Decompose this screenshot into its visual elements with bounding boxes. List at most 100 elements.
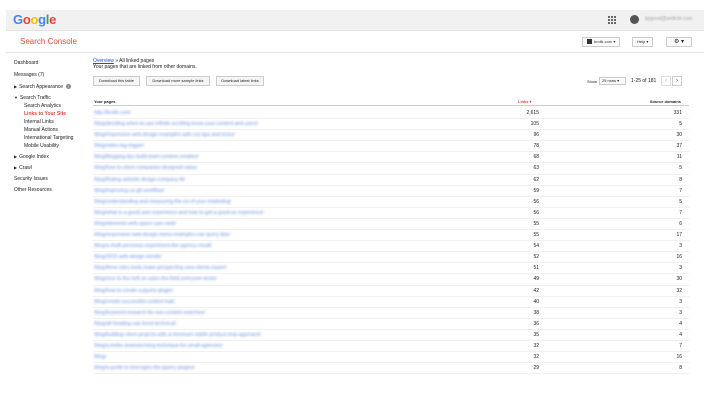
table-row: /blog/elements-web-space-user-web/55 6 <box>93 219 689 231</box>
sidebar-item-search-analytics[interactable]: Search Analytics <box>14 102 86 110</box>
page-url-link[interactable]: /blog/responsive-web-design-menu-example… <box>94 232 230 238</box>
sidebar-item-messages[interactable]: Messages (7) <box>14 71 86 79</box>
settings-button[interactable]: ⚙ ▾ <box>666 37 692 47</box>
product-title[interactable]: Search Console <box>20 37 77 46</box>
page-url-link[interactable]: /blog/what-is-a-good-user-experience-and… <box>94 210 264 216</box>
sidebar-item-internal-links[interactable]: Internal Links <box>14 118 86 126</box>
links-count[interactable]: 59 <box>499 188 539 194</box>
page-url-link[interactable]: /blog/understanding-and-measuring-the-ro… <box>94 199 231 205</box>
sidebar-item-security-issues[interactable]: Security Issues <box>14 175 86 183</box>
page-url-link[interactable]: /blog/elements-web-space-user-web/ <box>94 221 176 227</box>
page-url-link[interactable]: /blog/ <box>94 354 106 360</box>
search-console-header: Search Console brolik.com ▾ Help ▾ ⚙ ▾ <box>6 31 704 53</box>
page-url-link[interactable]: /blog/how-to-client-companies-designed-v… <box>94 165 197 171</box>
source-domains-count: 7 <box>679 209 682 216</box>
table-row: /blog/blogging-tips-build-team-content-c… <box>93 152 689 164</box>
table-row: /blog/how-to-create-a-jquery-plugin/42 32 <box>93 286 689 297</box>
download-latest-links-button[interactable]: Download latest links <box>216 76 264 86</box>
links-count[interactable]: 42 <box>499 288 539 294</box>
page-url-link[interactable]: /blog/blogging-tips-build-team-content-c… <box>94 154 199 160</box>
account-email[interactable]: tipgood@widicbl.com <box>645 16 692 22</box>
rows-per-page-select[interactable]: 25 rows ▾ <box>599 77 626 85</box>
links-count[interactable]: 63 <box>499 165 539 171</box>
sidebar-item-search-traffic[interactable]: ▼ Search Traffic <box>14 94 86 102</box>
links-count[interactable]: 29 <box>499 365 539 371</box>
table-row: /blog/a-guide-to-leverages-the-jquery-pl… <box>93 363 689 375</box>
download-more-links-button[interactable]: Download more sample links <box>146 76 210 86</box>
google-top-bar: Google tipgood@widicbl.com <box>6 10 704 31</box>
links-count[interactable]: 2,615 <box>499 110 539 116</box>
next-page-button[interactable]: › <box>672 76 682 86</box>
column-your-pages[interactable]: Your pages <box>94 99 116 104</box>
sidebar-item-mobile-usability[interactable]: Mobile Usability <box>14 142 86 150</box>
links-count[interactable]: 52 <box>499 254 539 260</box>
links-count[interactable]: 32 <box>499 354 539 360</box>
sidebar-item-other-resources[interactable]: Other Resources <box>14 186 86 194</box>
links-count[interactable]: 96 <box>499 132 539 138</box>
links-count[interactable]: 38 <box>499 310 539 316</box>
links-count[interactable]: 62 <box>499 177 539 183</box>
page-url-link[interactable]: /blog/2015-web-design-trends/ <box>94 254 162 260</box>
page-url-link[interactable]: /blog/a-better-brainstorming-technique-f… <box>94 343 223 349</box>
links-count[interactable]: 40 <box>499 299 539 305</box>
links-count[interactable]: 68 <box>499 154 539 160</box>
links-count[interactable]: 55 <box>499 221 539 227</box>
page-url-link[interactable]: /blog/a-multi-personas-experiment-the-ag… <box>94 243 212 249</box>
page-url-link[interactable]: /blog/create-successful-content-hub/ <box>94 299 175 305</box>
sidebar-item-crawl[interactable]: ▶ Crawl <box>14 164 86 172</box>
links-count[interactable]: 54 <box>499 243 539 249</box>
source-domains-count: 37 <box>676 143 682 150</box>
page-url-link[interactable]: /blog/video-tag-trigger/ <box>94 143 144 149</box>
sidebar-item-google-index[interactable]: ▶ Google Index <box>14 153 86 161</box>
page-url-link[interactable]: /blog/how-to-create-a-jquery-plugin/ <box>94 288 173 294</box>
site-favicon-icon <box>587 39 592 45</box>
links-count[interactable]: 55 <box>499 232 539 238</box>
triangle-down-icon: ▼ <box>14 95 18 100</box>
links-count[interactable]: 105 <box>499 121 539 127</box>
links-count[interactable]: 32 <box>499 343 539 349</box>
page-url-link[interactable]: /blog/finding-website-design-company-fit… <box>94 177 185 183</box>
table-row: /blog/improving-ux-git-workflow/59 7 <box>93 186 689 197</box>
page-url-link[interactable]: /blog/nice-to-the-hell-on-sales-the-fiel… <box>94 276 217 282</box>
page-url-link[interactable]: /blog/keyword-research-for-non-content-s… <box>94 310 205 316</box>
table-row: /blog/video-tag-trigger/78 37 <box>93 141 689 153</box>
page-url-link[interactable]: /blog/building-client-projects-with-a-mi… <box>94 332 261 338</box>
source-domains-count: 3 <box>679 265 682 272</box>
site-selector[interactable]: brolik.com ▾ <box>582 37 621 47</box>
site-label: brolik.com <box>594 39 613 44</box>
column-source-domains[interactable]: Source domains <box>650 99 681 104</box>
links-count[interactable]: 35 <box>499 332 539 338</box>
google-logo[interactable]: Google <box>13 12 56 27</box>
page-url-link[interactable]: /blog/improving-ux-git-workflow/ <box>94 188 164 194</box>
sidebar-item-dashboard[interactable]: Dashboard <box>14 59 86 67</box>
sidebar-item-links-to-your-site[interactable]: Links to Your Site <box>14 110 86 118</box>
table-row: /blog/three-sites-tools-make-prospecting… <box>93 263 689 275</box>
links-count[interactable]: 78 <box>499 143 539 149</box>
table-row: /blog/finding-website-design-company-fit… <box>93 175 689 186</box>
page-url-link[interactable]: /blog/deciding-when-to-use-infinite-scro… <box>94 121 258 127</box>
page-url-link[interactable]: /blog/responsive-web-design-examples-wit… <box>94 132 235 138</box>
sidebar-item-international-targeting[interactable]: International Targeting <box>14 134 86 142</box>
links-count[interactable]: 56 <box>499 199 539 205</box>
links-count[interactable]: 49 <box>499 276 539 282</box>
links-count[interactable]: 56 <box>499 210 539 216</box>
source-domains-count: 6 <box>679 220 682 227</box>
download-table-button[interactable]: Download this table <box>93 76 140 86</box>
avatar[interactable] <box>630 15 639 24</box>
apps-grid-icon[interactable] <box>608 16 616 24</box>
links-count[interactable]: 51 <box>499 265 539 271</box>
table-row: /blog/create-successful-content-hub/40 3 <box>93 297 689 308</box>
page-url-link[interactable]: http://brolik.com/ <box>94 110 131 116</box>
table-row: /blog/all-heading-can-bond-technical/36 4 <box>93 319 689 330</box>
page-url-link[interactable]: /blog/all-heading-can-bond-technical/ <box>94 321 176 327</box>
help-button[interactable]: Help ▾ <box>632 37 654 47</box>
info-icon[interactable]: i <box>66 84 71 89</box>
sidebar-item-manual-actions[interactable]: Manual Actions <box>14 126 86 134</box>
links-count[interactable]: 36 <box>499 321 539 327</box>
page-url-link[interactable]: /blog/a-guide-to-leverages-the-jquery-pl… <box>94 365 195 371</box>
sidebar-item-search-appearance[interactable]: ▶ Search Appearance i <box>14 83 86 91</box>
column-links[interactable]: Links ▾ <box>518 99 532 104</box>
page-url-link[interactable]: /blog/three-sites-tools-make-prospecting… <box>94 265 227 271</box>
triangle-right-icon: ▶ <box>14 154 18 159</box>
previous-page-button[interactable]: ‹ <box>661 76 671 86</box>
